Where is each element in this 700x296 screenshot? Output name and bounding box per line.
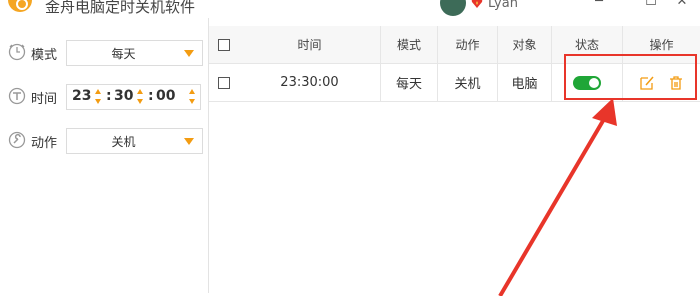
column-header-time: 时间 (239, 26, 381, 63)
mode-row: 模式 每天 (8, 40, 203, 66)
chevron-down-icon (184, 50, 194, 57)
settings-panel: 模式 每天 时间 23 : 30 : 00 动作 关机 (0, 18, 209, 293)
minimize-button[interactable]: ─ (589, 0, 609, 9)
row-mode: 每天 (381, 64, 438, 101)
clock-icon (8, 43, 26, 61)
annotation-arrow (498, 98, 617, 296)
mode-value: 每天 (111, 47, 136, 61)
user-name[interactable]: Lyan (488, 0, 518, 11)
row-checkbox[interactable] (209, 64, 239, 101)
time-picker[interactable]: 23 : 30 : 00 (66, 84, 201, 110)
column-header-target: 对象 (498, 26, 552, 63)
app-logo (8, 0, 32, 12)
close-button[interactable]: ✕ (672, 0, 692, 9)
vip-heart-icon (471, 0, 483, 8)
action-row: 动作 关机 (8, 128, 203, 154)
hour-field[interactable]: 23 (72, 88, 91, 104)
colon: : (148, 88, 154, 104)
second-field[interactable]: 00 (156, 88, 175, 104)
select-all-checkbox[interactable] (209, 26, 239, 63)
mode-select[interactable]: 每天 (66, 40, 203, 66)
app-title: 金舟电脑定时关机软件 (45, 0, 196, 16)
minute-spinner[interactable] (137, 89, 144, 105)
time-row: 时间 23 : 30 : 00 (8, 84, 201, 110)
time-label: 时间 (31, 92, 58, 107)
maximize-button[interactable]: ☐ (641, 0, 661, 9)
column-header-mode: 模式 (381, 26, 438, 63)
time-icon (8, 87, 26, 105)
hour-spinner[interactable] (95, 89, 102, 105)
wrench-icon (8, 131, 26, 149)
action-value: 关机 (111, 135, 136, 149)
mode-label: 模式 (31, 48, 58, 63)
annotation-highlight-box (564, 54, 697, 100)
row-time: 23:30:00 (239, 64, 381, 101)
action-label: 动作 (31, 136, 58, 151)
action-select[interactable]: 关机 (66, 128, 203, 154)
column-header-action: 动作 (438, 26, 498, 63)
avatar[interactable] (440, 0, 466, 16)
title-bar: 金舟电脑定时关机软件 Lyan ─ ☐ ✕ (0, 0, 700, 16)
colon: : (106, 88, 112, 104)
chevron-down-icon (184, 138, 194, 145)
minute-field[interactable]: 30 (114, 88, 133, 104)
second-spinner[interactable] (189, 89, 196, 105)
